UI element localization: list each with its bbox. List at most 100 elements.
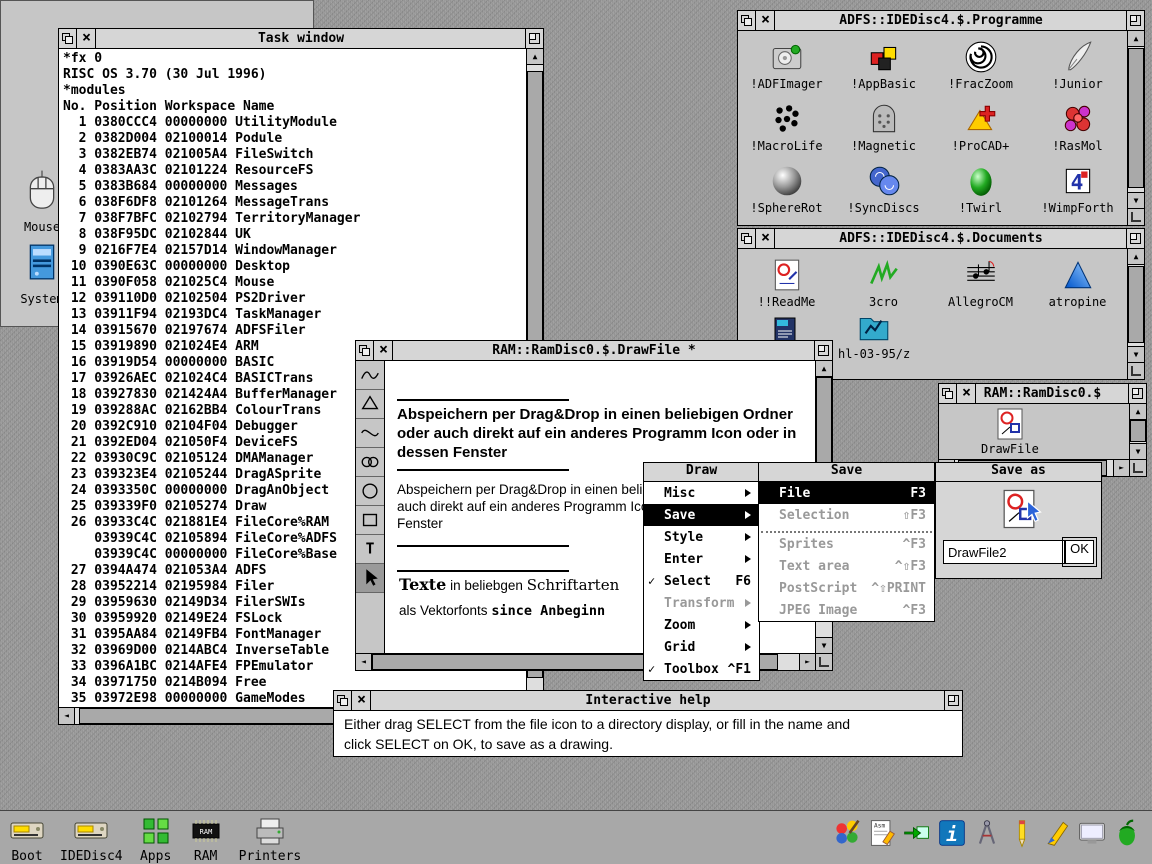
close-icon[interactable]: × (353, 691, 371, 710)
title-bar[interactable]: × ADFS::IDEDisc4.$.Documents (738, 229, 1144, 249)
toggle-size-icon[interactable] (525, 29, 543, 48)
toggle-size-icon[interactable] (1128, 384, 1146, 403)
menu-item-select[interactable]: ✓SelectF6 (644, 570, 759, 592)
vertical-scrollbar[interactable]: ▲ ▼ (1127, 31, 1144, 225)
resize-handle[interactable] (1128, 362, 1144, 379)
resize-handle[interactable] (815, 653, 832, 670)
vertical-scrollbar[interactable]: ▲ ▼ (1127, 249, 1144, 379)
iconbar-help-info[interactable]: i (937, 814, 967, 848)
iconbar-pen[interactable] (1042, 814, 1072, 848)
file-icon-wimpforth[interactable]: 4!WimpForth (1029, 163, 1126, 225)
iconbar-import[interactable] (902, 814, 932, 848)
title-bar[interactable]: × Task window (59, 29, 543, 49)
tool-closed-path-button[interactable] (356, 390, 384, 419)
scroll-up-icon[interactable]: ▲ (527, 49, 543, 65)
iconbar-printers[interactable]: Printers (239, 814, 302, 864)
file-icon-magnetic[interactable]: !Magnetic (835, 101, 932, 163)
menu-item-save[interactable]: Save (644, 504, 759, 526)
file-icon-twirl[interactable]: !Twirl (932, 163, 1029, 225)
title-bar[interactable]: × Interactive help (334, 691, 962, 711)
iconbar-idedisc4[interactable]: IDEDisc4 (60, 814, 123, 864)
toggle-size-icon[interactable] (1126, 11, 1144, 30)
file-icon-drawfile[interactable]: DrawFile (981, 407, 1039, 456)
tool-text-button[interactable]: T (356, 535, 384, 564)
back-icon[interactable] (334, 691, 352, 710)
file-icon-hl-03-95[interactable]: hl-03-95/z (838, 309, 910, 361)
tool-circle-button[interactable] (356, 477, 384, 506)
menu-item-file[interactable]: FileF3 (759, 482, 934, 504)
back-icon[interactable] (356, 341, 374, 360)
resize-handle[interactable] (1128, 208, 1144, 225)
tool-rectangle-button[interactable] (356, 506, 384, 535)
scroll-right-icon[interactable]: ► (799, 654, 815, 670)
scroll-up-icon[interactable]: ▲ (1130, 404, 1146, 420)
file-icon-allegrocm[interactable]: AllegroCM (932, 257, 1029, 319)
scroll-up-icon[interactable]: ▲ (1128, 249, 1144, 265)
scroll-left-icon[interactable]: ◄ (59, 708, 75, 724)
menu-item-style[interactable]: Style (644, 526, 759, 548)
close-icon[interactable]: × (78, 29, 96, 48)
scroll-down-icon[interactable]: ▼ (816, 637, 832, 653)
iconbar-boot[interactable]: Boot (10, 814, 44, 864)
toggle-size-icon[interactable] (944, 691, 962, 710)
scroll-down-icon[interactable]: ▼ (1130, 443, 1146, 459)
file-icon-macrolife[interactable]: !MacroLife (738, 101, 835, 163)
menu-item-grid[interactable]: Grid (644, 636, 759, 658)
scrollbar-slider[interactable] (1128, 266, 1144, 343)
vertical-scrollbar[interactable]: ▲ ▼ (1129, 404, 1146, 459)
menu-item-toolbox[interactable]: ✓Toolbox^F1 (644, 658, 759, 680)
file-icon-sphererot[interactable]: !SphereRot (738, 163, 835, 225)
iconbar-display[interactable] (1077, 814, 1107, 848)
iconbar-text-editor[interactable]: Asm (867, 814, 897, 848)
close-icon[interactable]: × (375, 341, 393, 360)
back-icon[interactable] (738, 229, 756, 248)
scrollbar-track[interactable] (1128, 265, 1144, 346)
iconbar-ram[interactable]: RAMRAM (189, 814, 223, 864)
tool-curve-button[interactable] (356, 419, 384, 448)
title-bar[interactable]: × RAM::RamDisc0.$.DrawFile * (356, 341, 832, 361)
tool-ellipses-button[interactable] (356, 448, 384, 477)
scroll-right-icon[interactable]: ► (1113, 460, 1129, 476)
title-bar[interactable]: × ADFS::IDEDisc4.$.Programme (738, 11, 1144, 31)
file-icon-adfimager[interactable]: !ADFImager (738, 39, 835, 101)
filename-input[interactable] (943, 540, 1065, 564)
scrollbar-slider[interactable] (1130, 420, 1146, 442)
tool-open-path-button[interactable] (356, 361, 384, 390)
scrollbar-slider[interactable] (1128, 48, 1144, 187)
back-icon[interactable] (939, 384, 957, 403)
file-icon-junior[interactable]: !Junior (1029, 39, 1126, 101)
back-icon[interactable] (738, 11, 756, 30)
scroll-down-icon[interactable]: ▼ (1128, 192, 1144, 208)
file-icon-rasmol[interactable]: !RasMol (1029, 101, 1126, 163)
scroll-up-icon[interactable]: ▲ (816, 361, 832, 377)
file-icon-atropine[interactable]: atropine (1029, 257, 1126, 319)
tool-select-button[interactable] (356, 564, 384, 593)
file-icon-fraczoom[interactable]: !FracZoom (932, 39, 1029, 101)
ok-button[interactable]: OK (1065, 540, 1094, 564)
file-icon-procad[interactable]: !ProCAD+ (932, 101, 1029, 163)
close-icon[interactable]: × (958, 384, 976, 403)
back-icon[interactable] (59, 29, 77, 48)
file-icon-syncdiscs[interactable]: !SyncDiscs (835, 163, 932, 225)
scrollbar-track[interactable] (1130, 420, 1146, 443)
scroll-up-icon[interactable]: ▲ (1128, 31, 1144, 47)
iconbar-draw-app[interactable] (972, 814, 1002, 848)
menu-item-misc[interactable]: Misc (644, 482, 759, 504)
title-bar[interactable]: × RAM::RamDisc0.$ (939, 384, 1146, 404)
iconbar-pencil[interactable] (1007, 814, 1037, 848)
menu-item-enter[interactable]: Enter (644, 548, 759, 570)
iconbar-paint[interactable] (832, 814, 862, 848)
iconbar-task-manager[interactable] (1112, 814, 1142, 848)
menu-item-zoom[interactable]: Zoom (644, 614, 759, 636)
resize-handle[interactable] (1129, 459, 1146, 476)
scroll-left-icon[interactable]: ◄ (356, 654, 372, 670)
scrollbar-track[interactable] (1128, 47, 1144, 192)
close-icon[interactable]: × (757, 11, 775, 30)
file-icon-appbasic[interactable]: !AppBasic (835, 39, 932, 101)
file-icon-readme[interactable]: !!ReadMe (738, 257, 835, 319)
scroll-down-icon[interactable]: ▼ (1128, 346, 1144, 362)
close-icon[interactable]: × (757, 229, 775, 248)
toggle-size-icon[interactable] (1126, 229, 1144, 248)
iconbar-apps[interactable]: Apps (139, 814, 173, 864)
toggle-size-icon[interactable] (814, 341, 832, 360)
